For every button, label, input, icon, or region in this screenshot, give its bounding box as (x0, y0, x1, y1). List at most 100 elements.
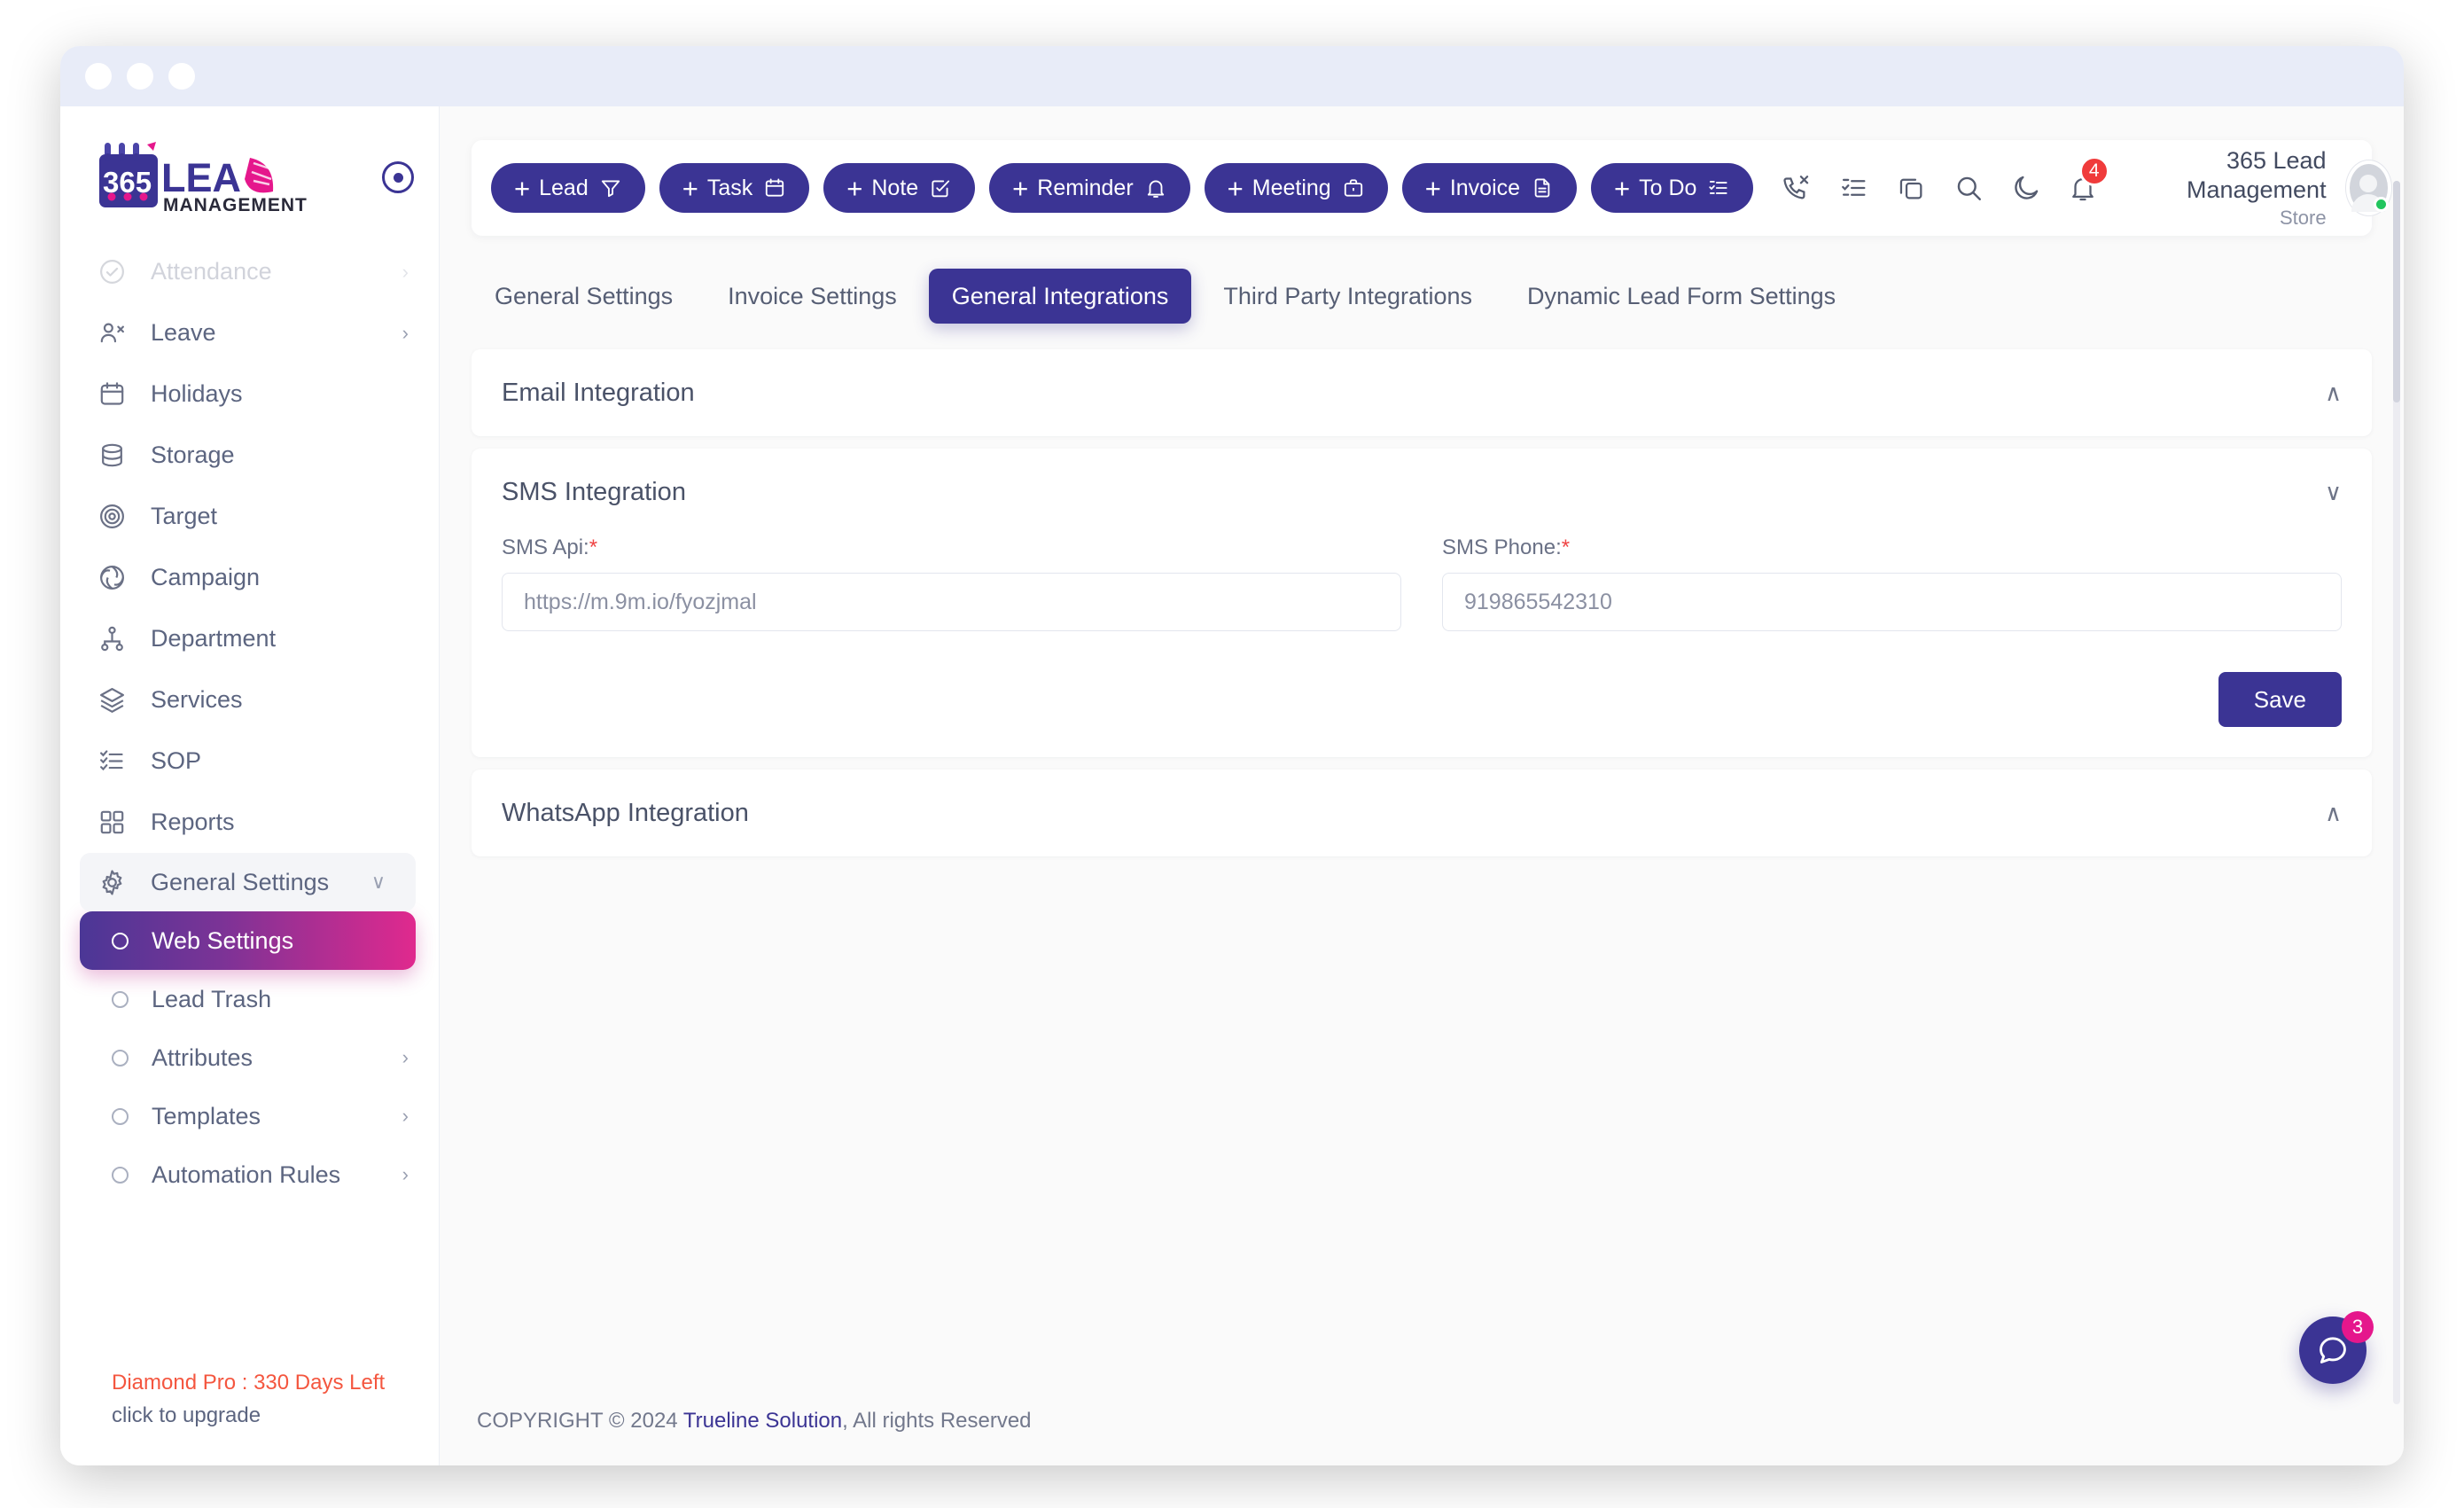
plus-icon: + (682, 172, 698, 204)
window-titlebar (60, 46, 2404, 106)
window-close-dot[interactable] (85, 63, 112, 90)
tab-dynamic-lead-form-settings[interactable]: Dynamic Lead Form Settings (1504, 269, 1859, 324)
sidebar-item-label: Target (151, 503, 218, 529)
sidebar-item-lead-trash[interactable]: Lead Trash (60, 970, 439, 1028)
bell-icon (1144, 176, 1167, 199)
copy-icon[interactable] (1894, 167, 1929, 209)
add-note-button[interactable]: + Note (823, 163, 976, 213)
bullet-icon (112, 990, 129, 1008)
email-integration-header[interactable]: Email Integration ∧ (472, 349, 2372, 436)
sidebar-item-label: Department (151, 625, 277, 652)
license-upgrade-link[interactable]: click to upgrade (112, 1399, 439, 1432)
gear-icon (97, 865, 135, 899)
app-body: 365 LEA MANAGEMENT Attendance › Leave › … (60, 106, 2404, 1465)
sidebar-item-web-settings[interactable]: Web Settings (80, 911, 416, 970)
search-icon[interactable] (1952, 167, 1986, 209)
chevron-right-icon: › (402, 321, 409, 344)
circle-dot-icon[interactable] (382, 161, 414, 193)
task-list-icon[interactable] (1836, 167, 1871, 209)
notification-bell-icon[interactable]: 4 (2066, 156, 2109, 209)
sidebar-item-reports[interactable]: Reports (60, 792, 439, 853)
sms-api-input[interactable] (502, 573, 1401, 631)
add-reminder-label: Reminder (1037, 175, 1134, 200)
user-minus-icon (97, 316, 135, 350)
chevron-right-icon: › (402, 1046, 409, 1068)
sidebar-item-services[interactable]: Services (60, 669, 439, 731)
tab-invoice-settings[interactable]: Invoice Settings (705, 269, 920, 324)
window-minimize-dot[interactable] (127, 63, 153, 90)
add-task-button[interactable]: + Task (659, 163, 810, 213)
sidebar-item-sop[interactable]: SOP (60, 731, 439, 792)
plus-icon: + (846, 172, 863, 204)
sms-phone-input[interactable] (1442, 573, 2342, 631)
sidebar-item-target[interactable]: Target (60, 486, 439, 547)
sms-api-label: SMS Api:* (502, 535, 598, 559)
missed-call-icon[interactable] (1779, 167, 1813, 209)
footer-company-link[interactable]: Trueline Solution (683, 1409, 842, 1433)
sidebar-item-templates[interactable]: Templates › (60, 1087, 439, 1145)
whatsapp-integration-panel: WhatsApp Integration ∧ (472, 770, 2372, 856)
notification-badge: 4 (2078, 156, 2109, 186)
account-info[interactable]: 365 Lead Management Store (2128, 146, 2327, 230)
sidebar-item-label: General Settings (151, 868, 330, 895)
whatsapp-integration-header[interactable]: WhatsApp Integration ∧ (472, 770, 2372, 856)
add-task-label: Task (706, 175, 753, 200)
campaign-icon (97, 561, 135, 595)
save-button[interactable]: Save (2218, 672, 2342, 727)
sms-integration-panel: SMS Integration ∨ SMS Api:* SMS Phone:* (472, 449, 2372, 757)
settings-tabs: General Settings Invoice Settings Genera… (472, 262, 2372, 330)
sidebar-nav: Attendance › Leave › Holidays Storage Ta… (60, 241, 439, 1366)
chevron-up-icon[interactable]: ∧ (2325, 801, 2342, 824)
sidebar-item-campaign[interactable]: Campaign (60, 547, 439, 608)
required-asterisk: * (589, 535, 598, 559)
add-todo-button[interactable]: + To Do (1591, 163, 1754, 213)
sidebar-item-storage[interactable]: Storage (60, 425, 439, 486)
todo-list-icon (1707, 176, 1730, 199)
add-lead-button[interactable]: + Lead (491, 163, 645, 213)
svg-text:MANAGEMENT: MANAGEMENT (163, 195, 308, 215)
add-invoice-button[interactable]: + Invoice (1401, 163, 1578, 213)
tab-general-integrations[interactable]: General Integrations (928, 269, 1192, 324)
bullet-icon (112, 1107, 129, 1125)
email-integration-title: Email Integration (502, 378, 695, 407)
database-icon (97, 439, 135, 473)
sidebar-item-general-settings[interactable]: General Settings ∨ (80, 853, 416, 911)
avatar-head (2359, 175, 2378, 192)
sidebar-subitem-label: Templates (152, 1102, 261, 1129)
chat-bubble-icon (2320, 1337, 2346, 1363)
sidebar-item-attributes[interactable]: Attributes › (60, 1028, 439, 1087)
add-reminder-button[interactable]: + Reminder (989, 163, 1190, 213)
layers-icon (97, 684, 135, 717)
sidebar-item-attendance[interactable]: Attendance › (60, 241, 439, 302)
sidebar-item-label: Holidays (151, 380, 243, 407)
sidebar-item-leave[interactable]: Leave › (60, 302, 439, 363)
sms-integration-header[interactable]: SMS Integration ∨ (472, 449, 2372, 535)
add-meeting-button[interactable]: + Meeting (1204, 163, 1388, 213)
avatar[interactable] (2345, 160, 2392, 215)
window-maximize-dot[interactable] (168, 63, 195, 90)
sms-api-field-group: SMS Api:* (502, 535, 1401, 631)
sidebar-item-automation-rules[interactable]: Automation Rules › (60, 1145, 439, 1204)
sidebar-header: 365 LEA MANAGEMENT (60, 106, 439, 215)
sidebar-item-department[interactable]: Department (60, 608, 439, 669)
main-area: + Lead + Task + Note + Reminder + Meetin… (440, 106, 2404, 1465)
tab-general-settings[interactable]: General Settings (472, 269, 696, 324)
chevron-down-icon[interactable]: ∨ (2325, 481, 2342, 504)
scrollbar-track[interactable] (2393, 181, 2400, 1404)
sidebar-item-holidays[interactable]: Holidays (60, 363, 439, 425)
license-banner[interactable]: Diamond Pro : 330 Days Left click to upg… (60, 1366, 439, 1465)
footer-copyright-suffix: , All rights Reserved (842, 1409, 1032, 1433)
chevron-up-icon[interactable]: ∧ (2325, 381, 2342, 404)
bullet-icon (112, 1166, 129, 1184)
sidebar: 365 LEA MANAGEMENT Attendance › Leave › … (60, 106, 440, 1465)
chat-support-button[interactable]: 3 (2299, 1311, 2374, 1384)
scrollbar-thumb[interactable] (2393, 181, 2400, 402)
chevron-right-icon: › (402, 1105, 409, 1127)
chevron-right-icon: › (402, 260, 409, 283)
sidebar-item-label: Campaign (151, 564, 261, 590)
sidebar-item-label: Storage (151, 441, 235, 468)
dark-mode-moon-icon[interactable] (2008, 167, 2043, 209)
account-name: 365 Lead Management (2186, 146, 2327, 204)
tab-third-party-integrations[interactable]: Third Party Integrations (1200, 269, 1495, 324)
footer-copyright-prefix: COPYRIGHT © 2024 (477, 1409, 683, 1433)
